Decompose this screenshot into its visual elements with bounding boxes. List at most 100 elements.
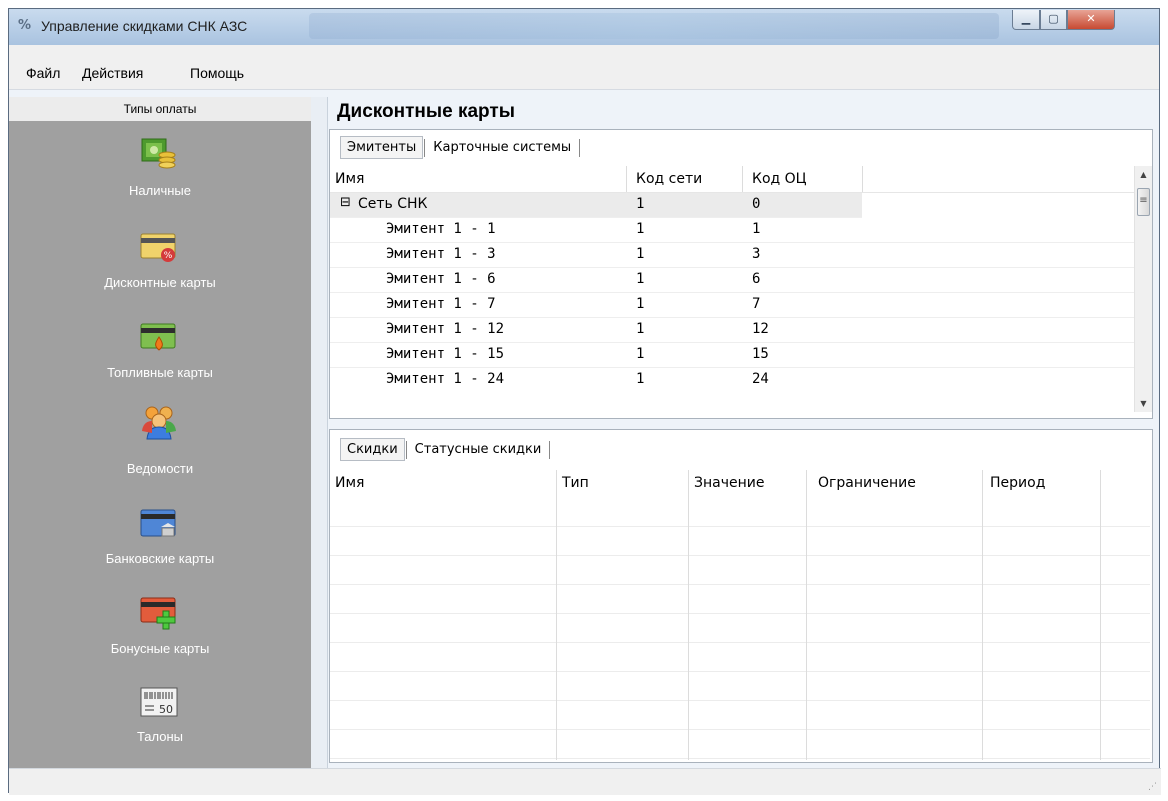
tab-separator — [424, 138, 426, 157]
scroll-up-arrow-icon[interactable]: ▲ — [1135, 166, 1152, 183]
sidebar-item-discount-cards[interactable]: % Дисконтные карты — [9, 221, 311, 301]
tab-issuers[interactable]: Эмитенты — [340, 136, 424, 159]
column-divider — [688, 470, 689, 760]
sidebar-item-coupons[interactable]: 50 Талоны — [9, 673, 311, 753]
sidebar-item-label: Талоны — [136, 729, 184, 744]
oc-code-cell: 6 — [752, 271, 761, 287]
name-cell: Эмитент 1 - 6 — [386, 271, 496, 287]
oc-code-cell: 15 — [752, 346, 769, 362]
sidebar-header: Типы оплаты — [9, 97, 311, 121]
menu-help[interactable]: Помощь — [190, 65, 244, 81]
sidebar-item-statements[interactable]: Ведомости — [9, 401, 311, 481]
network-code-cell: 1 — [636, 321, 645, 337]
table-row[interactable]: Эмитент 1 - 7 1 7 — [330, 293, 1136, 318]
name-cell: Эмитент 1 - 12 — [386, 321, 505, 337]
maximize-button[interactable]: ▢ — [1040, 10, 1067, 30]
sidebar-item-label: Топливные карты — [107, 365, 213, 380]
column-divider — [1100, 470, 1101, 760]
close-icon: ✕ — [1086, 12, 1096, 25]
sidebar-item-bank-cards[interactable]: Банковские карты — [9, 491, 311, 571]
column-header-name[interactable]: Имя — [335, 171, 364, 187]
table-row[interactable]: Эмитент 1 - 3 1 3 — [330, 243, 1136, 268]
payment-types-sidebar: Типы оплаты Наличные % Дисконтные карты — [9, 97, 311, 768]
svg-text:%: % — [164, 251, 173, 261]
issuers-tabs: Эмитенты Карточные системы — [340, 136, 581, 160]
name-cell: Эмитент 1 - 7 — [386, 296, 496, 312]
tab-discounts[interactable]: Скидки — [340, 438, 405, 461]
column-divider — [982, 470, 983, 760]
column-divider — [742, 166, 743, 192]
scroll-down-arrow-icon[interactable]: ▼ — [1135, 395, 1152, 412]
column-header-period[interactable]: Период — [990, 475, 1045, 491]
tab-separator — [579, 138, 581, 157]
network-code-cell: 1 — [636, 271, 645, 287]
issuers-scrollbar[interactable]: ▲ ≡ ▼ — [1134, 166, 1152, 412]
people-icon — [142, 406, 176, 440]
resize-grip-icon[interactable]: ⋰ — [1148, 782, 1157, 792]
column-header-limit[interactable]: Ограничение — [818, 475, 916, 491]
coupon-icon: 50 — [140, 687, 178, 717]
sidebar-item-label: Ведомости — [126, 461, 194, 476]
app-window: % Управление скидками СНК АЗС ▁ ▢ ✕ Файл… — [8, 8, 1161, 795]
bonus-card-icon — [140, 597, 176, 630]
table-row[interactable]: Эмитент 1 - 6 1 6 — [330, 268, 1136, 293]
cash-icon — [141, 138, 176, 169]
main-content: Дисконтные карты Эмитенты Карточные систе… — [327, 97, 1161, 768]
sidebar-item-label: Бонусные карты — [110, 641, 210, 656]
discount-card-icon: % — [140, 233, 176, 262]
column-header-network-code[interactable]: Код сети — [636, 171, 702, 187]
name-cell: Эмитент 1 - 15 — [386, 346, 505, 362]
column-divider — [556, 470, 557, 760]
group-name: Сеть СНК — [358, 196, 428, 212]
network-code-cell: 1 — [636, 221, 645, 237]
sidebar-item-fuel-cards[interactable]: Топливные карты — [9, 311, 311, 391]
minimize-button[interactable]: ▁ — [1012, 10, 1040, 30]
table-row[interactable]: Эмитент 1 - 12 1 12 — [330, 318, 1136, 343]
discounts-table: Имя Тип Значение Ограничение Период — [330, 470, 1150, 760]
network-code-cell: 1 — [636, 371, 645, 386]
sidebar-item-cash[interactable]: Наличные — [9, 129, 311, 209]
page-title: Дисконтные карты — [337, 101, 515, 122]
column-header-type[interactable]: Тип — [562, 475, 589, 491]
table-row[interactable]: Эмитент 1 - 15 1 15 — [330, 343, 1136, 368]
name-cell: Эмитент 1 - 1 — [386, 221, 496, 237]
tab-card-systems[interactable]: Карточные системы — [426, 136, 578, 159]
table-header: Имя Код сети Код ОЦ — [330, 166, 1136, 193]
oc-code-cell: 3 — [752, 246, 761, 262]
column-header-name[interactable]: Имя — [335, 475, 364, 491]
status-bar: ⋰ — [9, 768, 1161, 795]
column-header-value[interactable]: Значение — [694, 475, 764, 491]
discounts-tabs: Скидки Статусные скидки — [340, 438, 551, 462]
sidebar-splitter[interactable] — [311, 97, 328, 768]
table-header: Имя Тип Значение Ограничение Период — [330, 470, 1150, 499]
oc-code-cell: 0 — [752, 196, 761, 212]
grip-icon: ≡ — [1139, 195, 1148, 206]
column-divider — [862, 166, 863, 192]
discounts-panel: Скидки Статусные скидки Имя Тип Значение … — [329, 429, 1153, 763]
fuel-card-icon — [140, 323, 176, 351]
tab-separator — [405, 440, 407, 459]
maximize-icon: ▢ — [1048, 12, 1059, 25]
title-bar[interactable]: % Управление скидками СНК АЗС ▁ ▢ ✕ — [9, 9, 1159, 45]
window-title: Управление скидками СНК АЗС — [41, 18, 248, 34]
table-row[interactable]: Эмитент 1 - 1 1 1 — [330, 218, 1136, 243]
menu-file[interactable]: Файл — [26, 65, 60, 81]
issuers-table: Имя Код сети Код ОЦ ⊟ Сеть СНК 1 0 Эмите… — [330, 166, 1136, 386]
network-code-cell: 1 — [636, 196, 645, 212]
tab-status-discounts[interactable]: Статусные скидки — [408, 438, 549, 461]
scroll-thumb[interactable]: ≡ — [1137, 188, 1150, 216]
sidebar-item-bonus-cards[interactable]: Бонусные карты — [9, 581, 311, 661]
column-header-oc-code[interactable]: Код ОЦ — [752, 171, 807, 187]
table-group-row[interactable]: ⊟ Сеть СНК 1 0 — [330, 193, 862, 218]
bank-card-icon — [140, 509, 176, 537]
tab-separator — [549, 440, 551, 459]
oc-code-cell: 7 — [752, 296, 761, 312]
name-cell: Эмитент 1 - 3 — [386, 246, 496, 262]
percent-icon: % — [18, 18, 32, 33]
table-row[interactable]: Эмитент 1 - 24 1 24 — [330, 368, 1136, 386]
sidebar-item-label: Наличные — [129, 183, 191, 198]
collapse-icon[interactable]: ⊟ — [340, 195, 351, 210]
close-button[interactable]: ✕ — [1067, 10, 1115, 30]
menu-actions[interactable]: Действия — [82, 65, 143, 81]
minimize-icon: ▁ — [1021, 12, 1031, 25]
